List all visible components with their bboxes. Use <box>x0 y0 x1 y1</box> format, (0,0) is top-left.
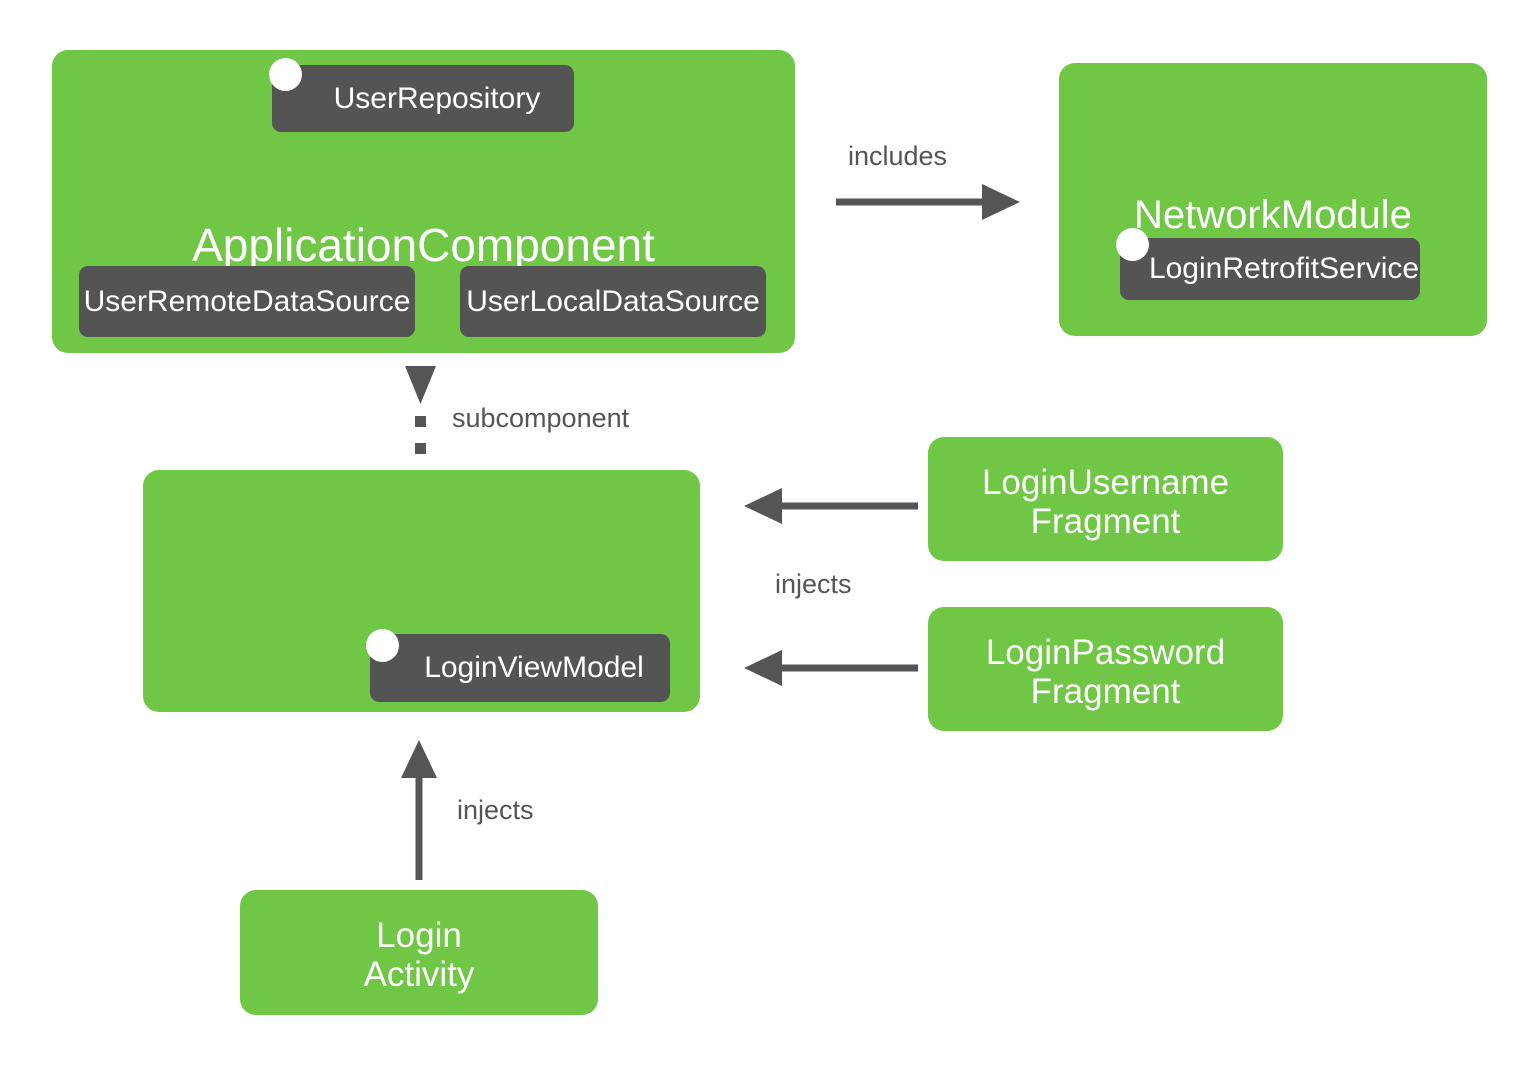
provision-dot-icon <box>366 629 399 662</box>
application-component-title: ApplicationComponent <box>192 219 655 271</box>
edge-label-includes: includes <box>848 141 948 171</box>
edge-subcomponent <box>405 366 436 454</box>
login-component-title: LoginComponent <box>246 1032 597 1068</box>
chip-user-local-data-source[interactable]: UserLocalDataSource <box>460 266 766 337</box>
chip-login-view-model-label: LoginViewModel <box>424 651 644 684</box>
chip-user-remote-data-source-label: UserRemoteDataSource <box>83 284 411 318</box>
chip-user-repository-label: UserRepository <box>333 81 541 115</box>
chip-user-remote-data-source[interactable]: UserRemoteDataSource <box>79 266 415 337</box>
edge-injects-activity <box>401 740 437 880</box>
chip-login-retrofit-service[interactable]: LoginRetrofitService <box>1120 238 1420 300</box>
chip-login-retrofit-service-label: LoginRetrofitService <box>1148 252 1420 285</box>
node-login-activity[interactable]: Login Activity <box>240 890 598 1015</box>
edge-injects-password <box>744 650 918 686</box>
chip-user-local-data-source-label: UserLocalDataSource <box>466 284 760 318</box>
diagram-canvas: includes subcomponent injects injects Ap… <box>0 0 1535 1068</box>
login-activity-title: Login Activity <box>363 916 475 995</box>
chip-login-view-model[interactable]: LoginViewModel <box>370 634 670 702</box>
edge-injects-username <box>744 488 918 524</box>
provision-dot-icon <box>1116 228 1149 261</box>
node-login-password-fragment[interactable]: LoginPassword Fragment <box>928 607 1283 731</box>
edge-label-injects-activity: injects <box>457 795 534 825</box>
login-password-fragment-title: LoginPassword Fragment <box>985 633 1226 712</box>
login-username-fragment-title: LoginUsername Fragment <box>981 463 1230 542</box>
edge-label-subcomponent: subcomponent <box>452 403 630 433</box>
chip-user-repository[interactable]: UserRepository <box>272 65 574 132</box>
provision-dot-icon <box>269 58 302 91</box>
node-login-username-fragment[interactable]: LoginUsername Fragment <box>928 437 1283 561</box>
edge-includes <box>836 184 1020 220</box>
edge-label-injects-fragments: injects <box>775 569 852 599</box>
